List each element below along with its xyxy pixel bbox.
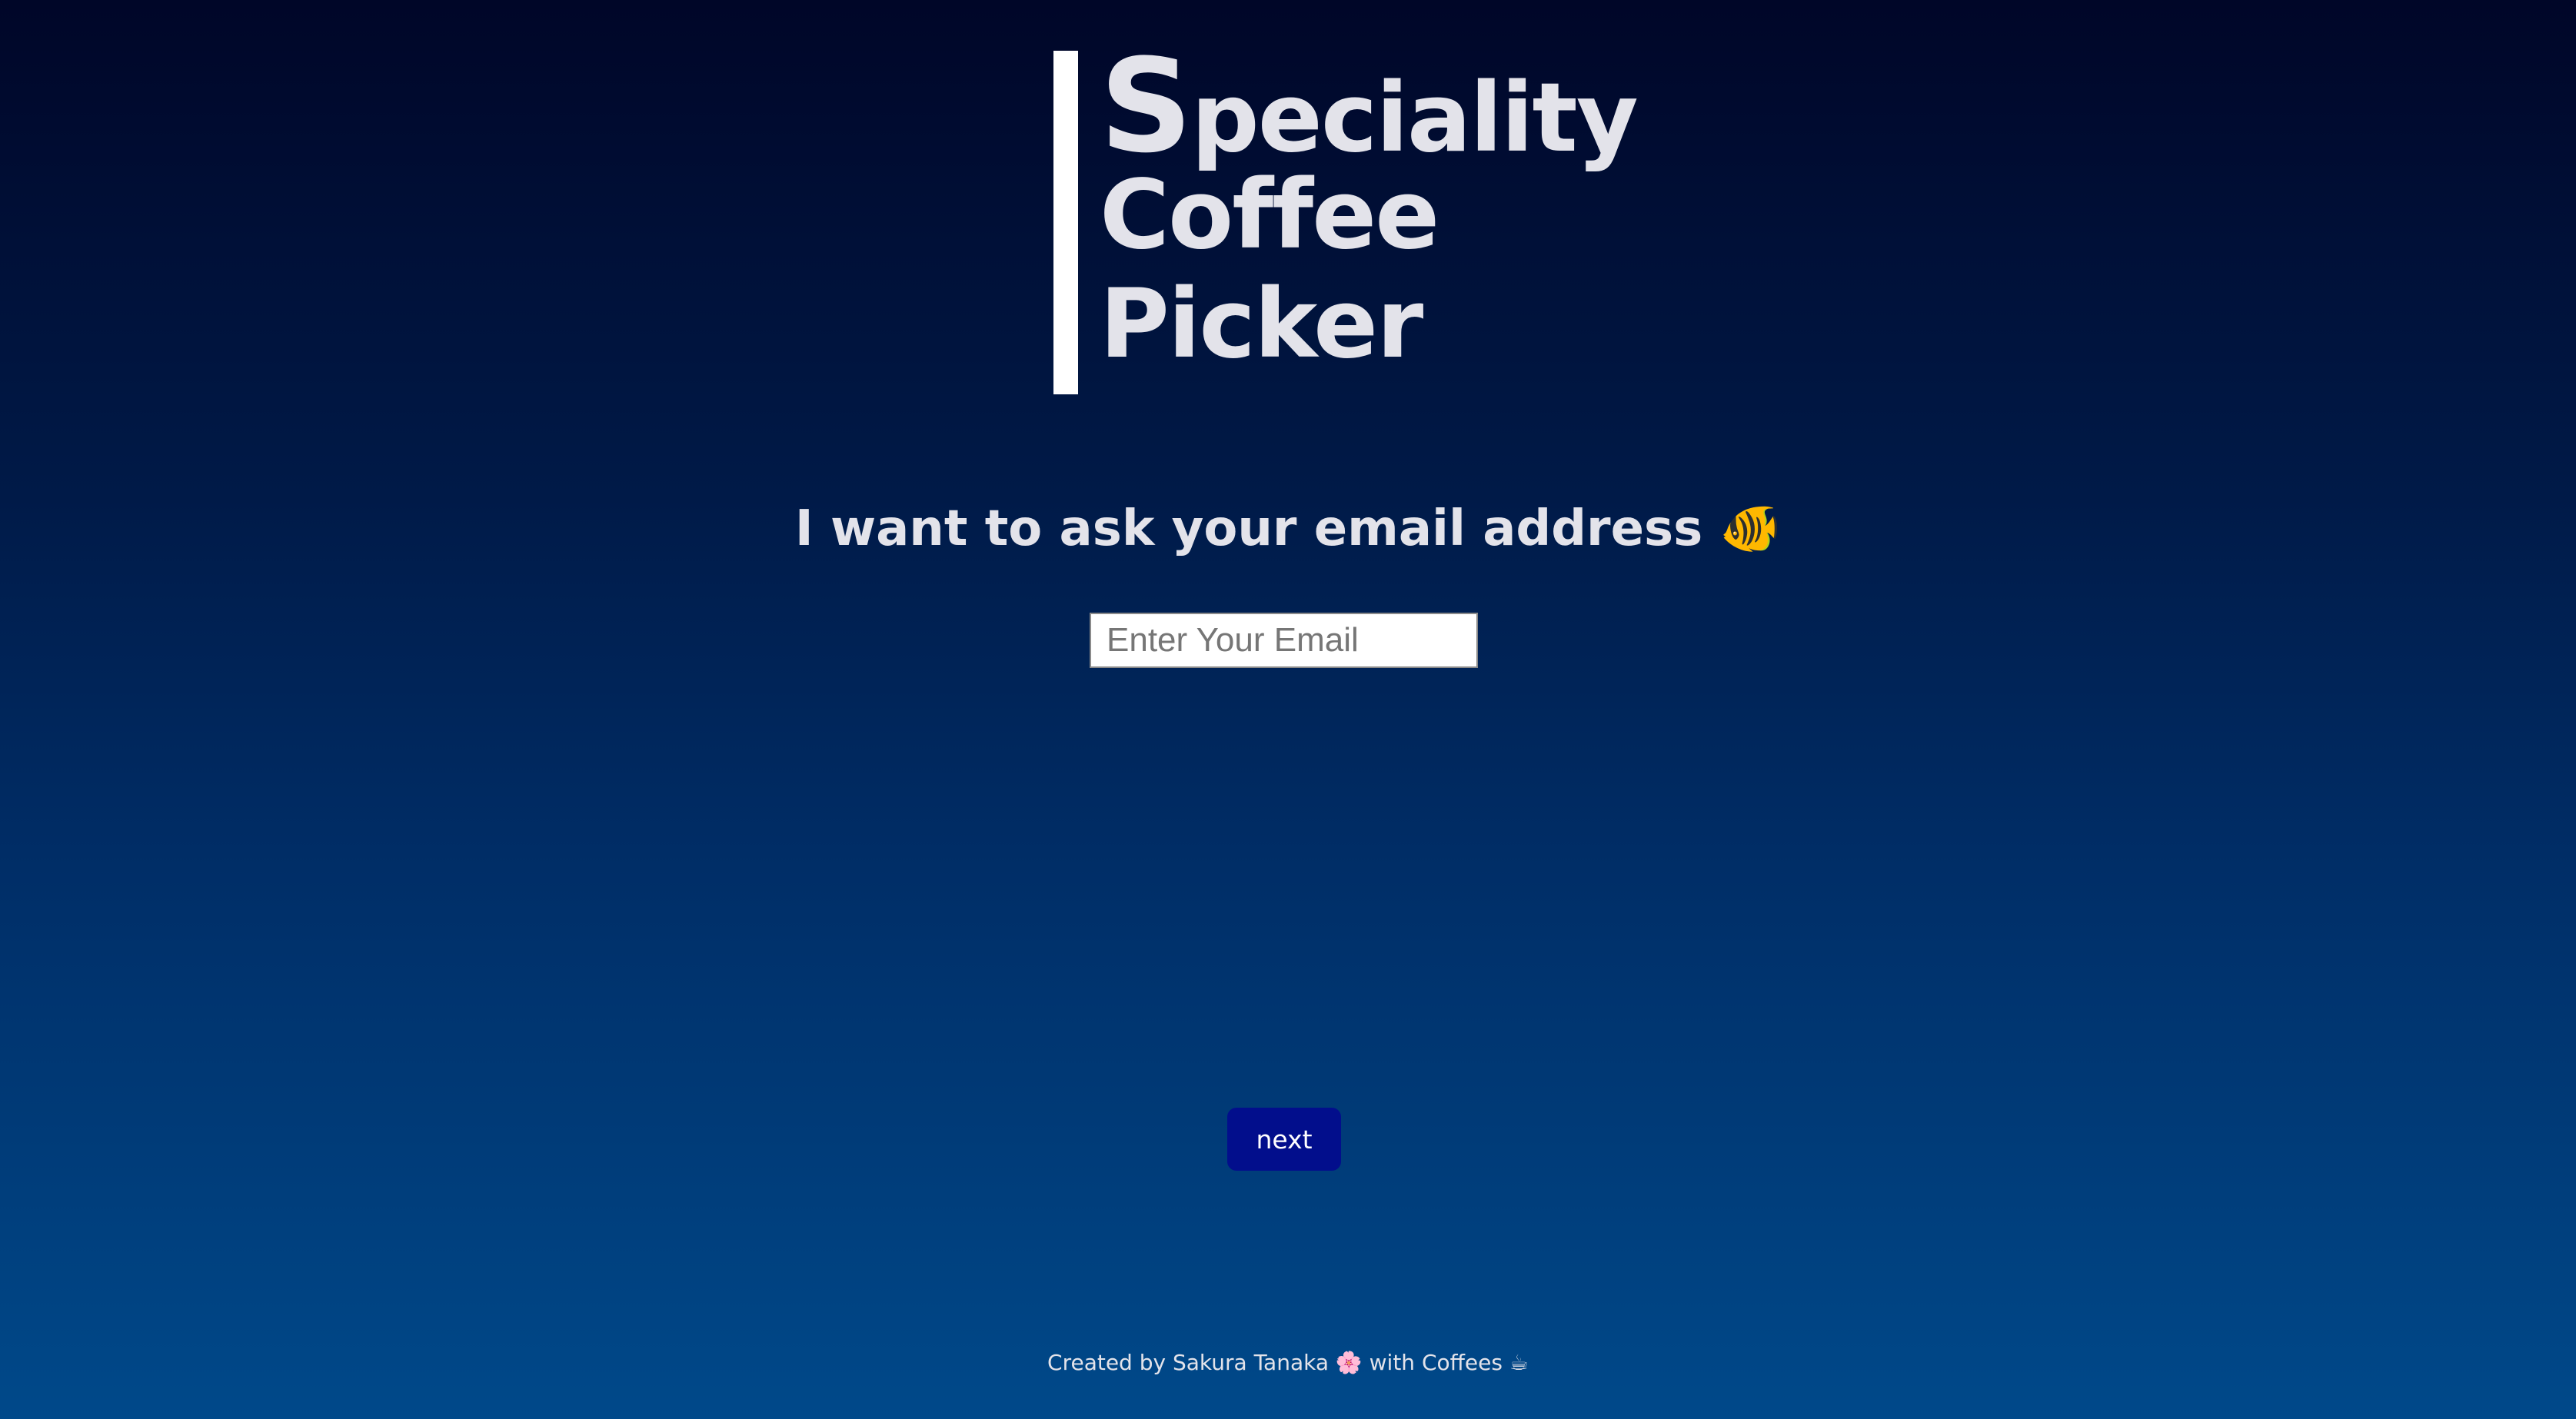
- title-line-3: Picker: [1100, 269, 1423, 380]
- title-line-1-rest: peciality: [1191, 63, 1639, 174]
- email-question: I want to ask your email address 🐠: [794, 500, 1782, 557]
- title-text: Speciality Coffee Picker: [1100, 42, 1639, 394]
- title-accent-bar: [1053, 51, 1078, 394]
- title-line-1: Speciality: [1100, 42, 1639, 172]
- title-line-2: Coffee: [1100, 160, 1439, 271]
- page-title: Speciality Coffee Picker: [1053, 42, 1639, 394]
- title-first-letter: S: [1100, 31, 1193, 181]
- next-button[interactable]: next: [1227, 1108, 1341, 1171]
- email-field[interactable]: [1090, 613, 1478, 668]
- footer-credit: Created by Sakura Tanaka 🌸 with Coffees …: [1047, 1350, 1529, 1375]
